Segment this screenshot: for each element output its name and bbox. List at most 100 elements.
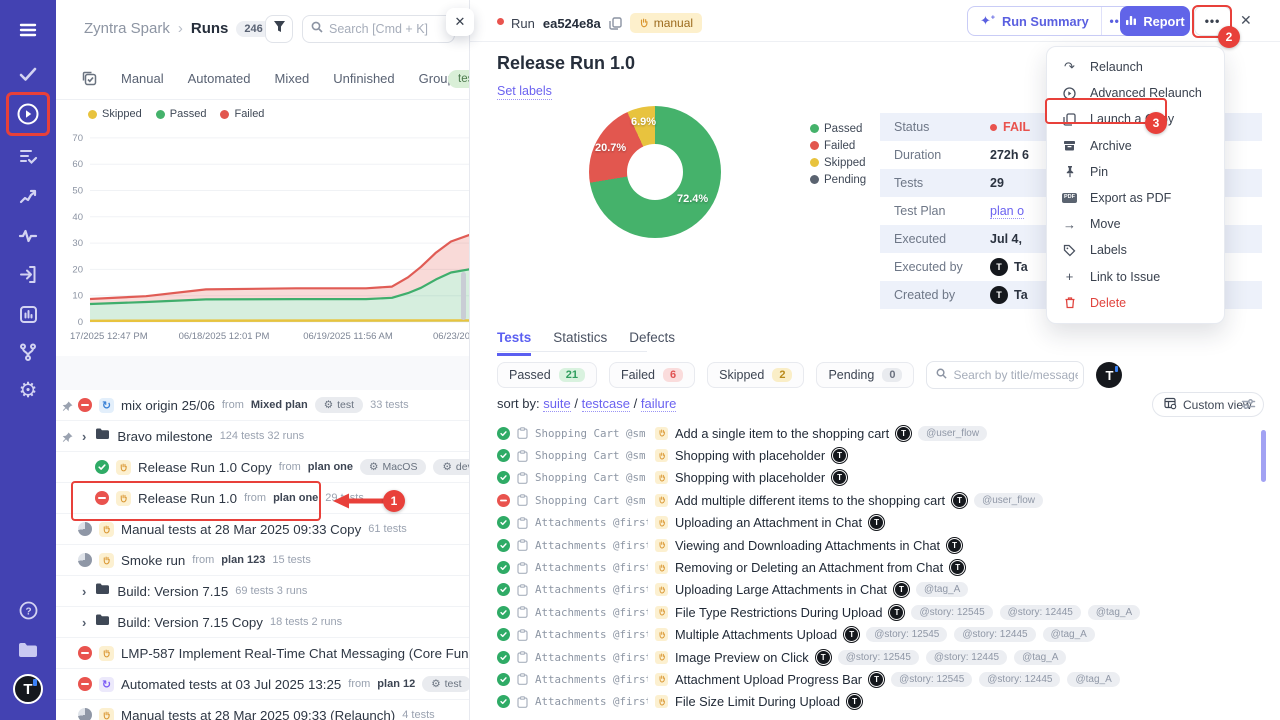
suite-name[interactable]: Shopping Cart @sm... [535,449,648,462]
test-title[interactable]: Shopping with placeholder [675,470,825,485]
menu-item-delete[interactable]: Delete [1047,290,1224,316]
test-row[interactable]: Attachments @first Attachment Upload Prog… [497,668,1272,690]
suite-name[interactable]: Attachments @first [535,539,648,552]
test-title[interactable]: Add multiple different items to the shop… [675,493,945,508]
tab-statistics[interactable]: Statistics [553,330,607,356]
workspace-logo-avatar[interactable]: T [13,674,43,704]
suite-name[interactable]: Shopping Cart @sm... [535,471,648,484]
suite-name[interactable]: Attachments @first [535,583,648,596]
test-title[interactable]: Viewing and Downloading Attachments in C… [675,538,940,553]
suite-name[interactable]: Attachments @first [535,695,648,708]
run-row-lmp-587[interactable]: LMP-587 Implement Real-Time Chat Messagi… [56,638,470,669]
menu-item-link-to-issue[interactable]: +Link to Issue [1047,264,1224,290]
suite-name[interactable]: Attachments @first [535,673,648,686]
menu-item-labels[interactable]: Labels [1047,237,1224,263]
settings-gear-icon[interactable]: ⚙ [16,378,40,402]
filter-pending[interactable]: Pending0 [816,362,914,388]
test-title[interactable]: File Size Limit During Upload [675,694,840,709]
test-title[interactable]: Multiple Attachments Upload [675,627,837,642]
runs-search-input[interactable] [329,22,439,36]
tests-search[interactable] [926,361,1084,389]
sign-in-icon[interactable] [16,262,40,286]
menu-item-move[interactable]: →Move [1047,211,1224,237]
assignee-avatar[interactable]: T [1096,362,1122,388]
sort-by-suite[interactable]: suite [543,396,570,412]
sort-by-failure[interactable]: failure [641,396,676,412]
menu-item-pin[interactable]: Pin [1047,159,1224,185]
suite-name[interactable]: Shopping Cart @sm... [535,427,648,440]
menu-item-archive[interactable]: Archive [1047,133,1224,159]
suite-name[interactable]: Attachments @first [535,516,648,529]
tab-tests[interactable]: Tests [497,330,531,356]
tab-defects[interactable]: Defects [629,330,675,356]
test-title[interactable]: Uploading Large Attachments in Chat [675,582,887,597]
run-row-release-copy[interactable]: Release Run 1.0 Copy from plan one ⚙MacO… [56,452,470,483]
help-icon[interactable]: ? [16,598,40,622]
close-run-button[interactable]: ✕ [1240,12,1252,29]
filter-passed[interactable]: Passed21 [497,362,597,388]
run-plan[interactable]: Mixed plan [251,399,308,411]
test-row[interactable]: Attachments @first Viewing and Downloadin… [497,534,1272,556]
run-plan[interactable]: plan 123 [221,554,265,566]
menu-icon[interactable] [16,18,40,42]
test-row[interactable]: Attachments @first File Size Limit During… [497,691,1272,713]
folder-row-build-715-copy[interactable]: › Build: Version 7.15 Copy 18 tests 2 ru… [56,607,470,638]
main-scrollbar[interactable] [1261,430,1266,482]
run-row-manual-relaunch[interactable]: Manual tests at 28 Mar 2025 09:33 (Relau… [56,700,470,720]
tag-filter-chip[interactable]: tes [448,70,470,88]
pulse-icon[interactable] [16,224,40,248]
branches-icon[interactable] [16,340,40,364]
suite-name[interactable]: Attachments @first [535,651,648,664]
tab-automated[interactable]: Automated [188,71,251,86]
test-row[interactable]: Attachments @first Image Preview on Click… [497,646,1272,668]
test-row[interactable]: Shopping Cart @sm... Add a single item to… [497,422,1272,444]
chevron-right-icon[interactable]: › [82,615,86,630]
set-labels-link[interactable]: Set labels [497,84,552,100]
test-row[interactable]: Attachments @firstUploading an Attachmen… [497,512,1272,534]
tab-manual[interactable]: Manual [121,71,164,86]
select-all-icon[interactable] [82,71,97,86]
left-panel-scrollbar[interactable] [461,272,466,320]
folder-row-build-715[interactable]: › Build: Version 7.15 69 tests 3 runs [56,576,470,607]
test-title[interactable]: Add a single item to the shopping cart [675,426,889,441]
chevron-right-icon[interactable]: › [82,584,86,599]
test-row[interactable]: Attachments @first Uploading Large Attach… [497,579,1272,601]
runs-search[interactable] [302,15,455,43]
test-title[interactable]: Shopping with placeholder [675,448,825,463]
report-button[interactable]: Report [1120,6,1190,36]
menu-item-relaunch[interactable]: ↷Relaunch [1047,54,1224,80]
test-title[interactable]: Attachment Upload Progress Bar [675,672,862,687]
run-plan[interactable]: plan one [308,461,353,473]
run-row-smoke-run[interactable]: Smoke run from plan 123 15 tests [56,545,470,576]
tab-mixed[interactable]: Mixed [275,71,310,86]
run-row-mix-origin[interactable]: ↻ mix origin 25/06 from Mixed plan ⚙test… [56,390,470,421]
milestones-icon[interactable] [16,184,40,208]
suite-name[interactable]: Attachments @first [535,628,648,641]
milestone-row-bravo[interactable]: › Bravo milestone 124 tests 32 runs [56,421,470,452]
filter-failed[interactable]: Failed6 [609,362,695,388]
run-plan[interactable]: plan 12 [377,678,415,690]
close-panel-button[interactable]: ✕ [446,8,474,36]
test-row[interactable]: Attachments @firstFile Type Restrictions… [497,601,1272,623]
view-settings-icon[interactable] [1241,397,1256,416]
test-row[interactable]: Attachments @first Multiple Attachments U… [497,624,1272,646]
copy-icon[interactable] [609,17,622,30]
run-summary-button[interactable]: ✦+Run Summary [968,7,1101,35]
breadcrumb-project[interactable]: Zyntra Spark [84,20,170,37]
test-title[interactable]: Image Preview on Click [675,650,809,665]
filter-button[interactable] [265,15,293,43]
breadcrumb-section[interactable]: Runs [191,20,229,37]
suite-name[interactable]: Shopping Cart @sm... [535,494,648,507]
analytics-icon[interactable] [16,302,40,326]
sort-by-testcase[interactable]: testcase [582,396,630,412]
test-row[interactable]: Attachments @firstRemoving or Deleting a… [497,556,1272,578]
menu-item-export-pdf[interactable]: PDFExport as PDF [1047,185,1224,211]
tab-unfinished[interactable]: Unfinished [333,71,394,86]
chevron-right-icon[interactable]: › [82,429,86,444]
test-plans-icon[interactable] [16,144,40,168]
test-row[interactable]: Shopping Cart @sm... Shopping with placeh… [497,467,1272,489]
test-row[interactable]: Shopping Cart @sm... Shopping with placeh… [497,444,1272,466]
run-row-automated[interactable]: ↻ Automated tests at 03 Jul 2025 13:25 f… [56,669,470,700]
test-row[interactable]: Shopping Cart @sm... Add multiple differe… [497,489,1272,511]
check-icon[interactable] [16,62,40,86]
